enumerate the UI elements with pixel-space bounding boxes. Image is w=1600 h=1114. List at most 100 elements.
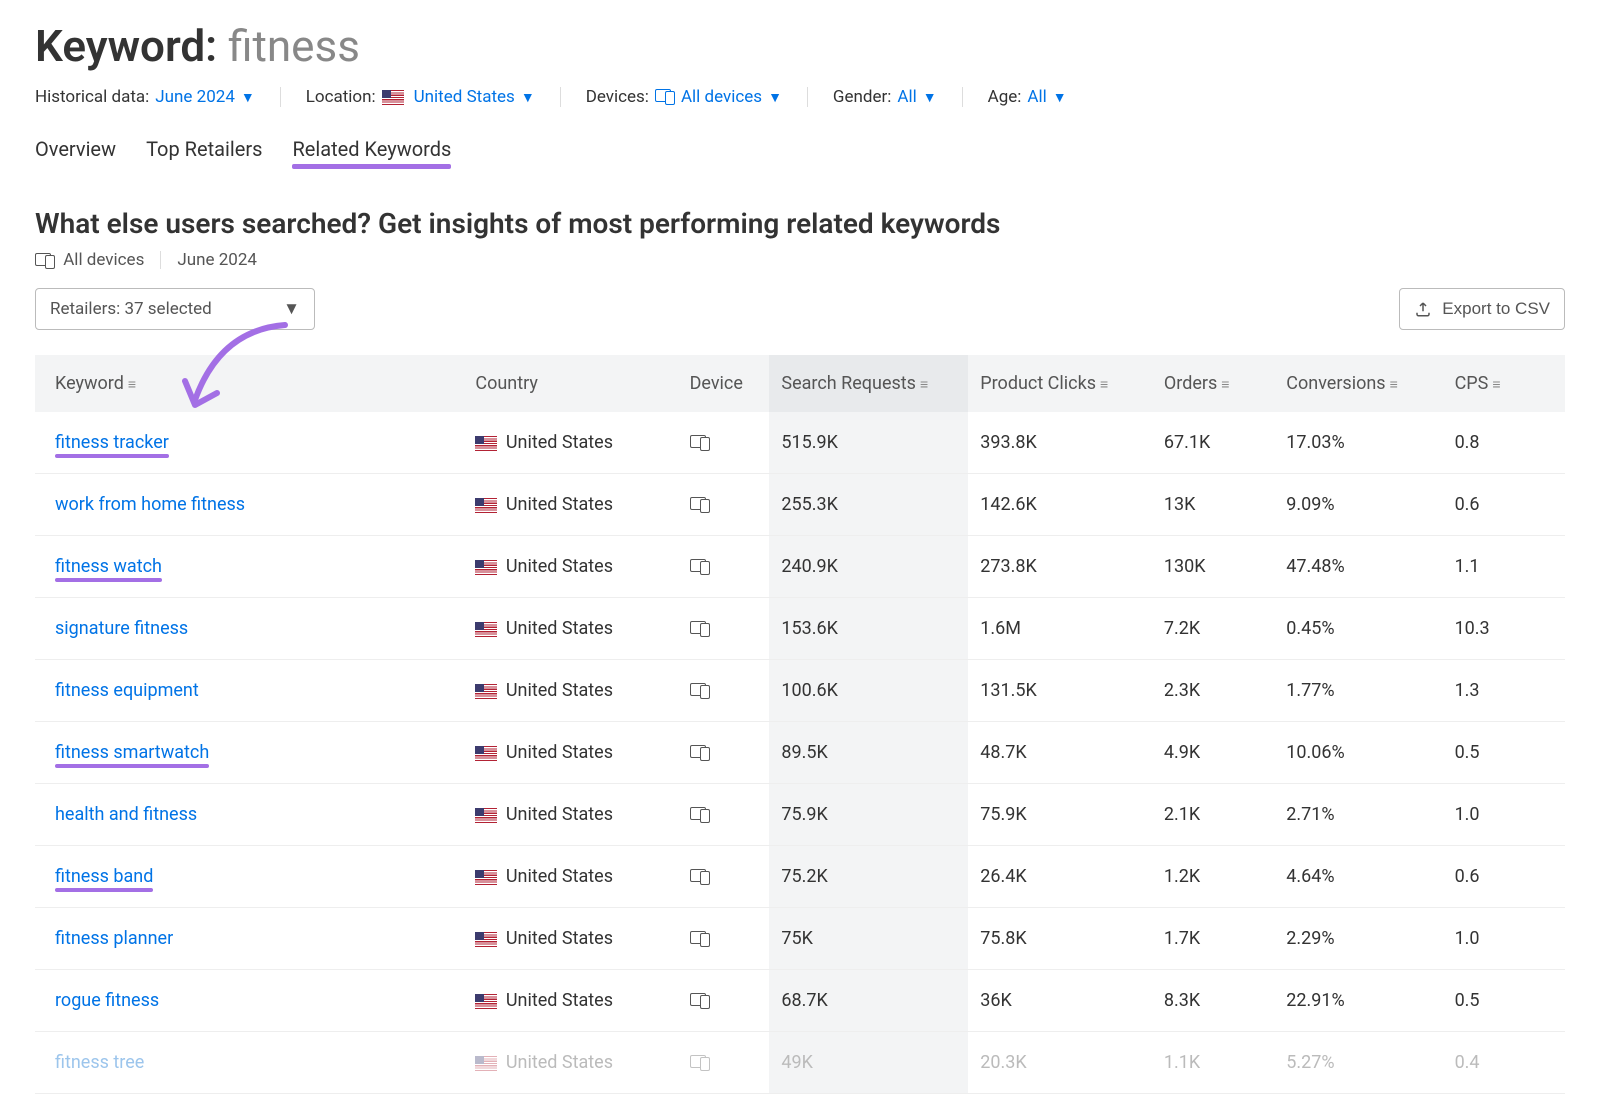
meta-devices: All devices xyxy=(35,250,144,270)
table-header-row: Keyword≡ Country Device Search Requests≡… xyxy=(35,355,1565,412)
devices-icon xyxy=(690,621,710,637)
col-conversions-header[interactable]: Conversions≡ xyxy=(1274,355,1442,412)
cell-orders: 7.2K xyxy=(1152,598,1274,660)
keyword-link[interactable]: fitness watch xyxy=(55,556,162,577)
cell-cps: 0.5 xyxy=(1443,722,1565,784)
tab-top-retailers[interactable]: Top Retailers xyxy=(146,137,262,167)
table-row: fitness smartwatch United States89.5K48.… xyxy=(35,722,1565,784)
col-device-header[interactable]: Device xyxy=(678,355,770,412)
devices-icon xyxy=(690,931,710,947)
cell-cps: 10.3 xyxy=(1443,598,1565,660)
chevron-down-icon: ▼ xyxy=(241,89,255,106)
cell-conversions: 0.45% xyxy=(1274,598,1442,660)
chevron-down-icon: ▼ xyxy=(521,89,535,106)
cell-conversions: 17.03% xyxy=(1274,412,1442,474)
cell-conversions: 47.48% xyxy=(1274,536,1442,598)
keyword-link[interactable]: fitness smartwatch xyxy=(55,742,209,763)
table-row: work from home fitness United States255.… xyxy=(35,474,1565,536)
gender-filter[interactable]: Gender: All ▼ xyxy=(833,87,937,107)
age-value: All xyxy=(1027,87,1046,107)
devices-filter[interactable]: Devices: All devices ▼ xyxy=(586,87,782,107)
cell-cps: 1.0 xyxy=(1443,784,1565,846)
flag-us-icon xyxy=(475,560,497,575)
cell-orders: 1.7K xyxy=(1152,908,1274,970)
cell-product-clicks: 48.7K xyxy=(968,722,1152,784)
export-csv-button[interactable]: Export to CSV xyxy=(1399,288,1565,330)
flag-us-icon xyxy=(475,498,497,513)
devices-label: Devices: xyxy=(586,87,649,107)
devices-icon xyxy=(35,253,55,269)
cell-device xyxy=(678,1032,770,1094)
chevron-down-icon: ▼ xyxy=(923,89,937,106)
cell-device xyxy=(678,970,770,1032)
sort-icon: ≡ xyxy=(128,377,136,393)
chevron-down-icon: ▼ xyxy=(283,299,300,319)
cell-search-requests: 68.7K xyxy=(769,970,968,1032)
col-country-header[interactable]: Country xyxy=(463,355,677,412)
retailers-dropdown[interactable]: Retailers: 37 selected ▼ xyxy=(35,288,315,330)
cell-device xyxy=(678,722,770,784)
age-label: Age: xyxy=(988,87,1022,107)
filter-bar: Historical data: June 2024 ▼ Location: U… xyxy=(35,87,1565,107)
cell-orders: 130K xyxy=(1152,536,1274,598)
cell-search-requests: 75K xyxy=(769,908,968,970)
col-search-header[interactable]: Search Requests≡ xyxy=(769,355,968,412)
col-orders-header[interactable]: Orders≡ xyxy=(1152,355,1274,412)
export-label: Export to CSV xyxy=(1442,299,1550,319)
location-filter[interactable]: Location: United States ▼ xyxy=(306,87,535,107)
section-title: What else users searched? Get insights o… xyxy=(35,207,1565,240)
historical-data-filter[interactable]: Historical data: June 2024 ▼ xyxy=(35,87,255,107)
cell-cps: 0.4 xyxy=(1443,1032,1565,1094)
keyword-link[interactable]: health and fitness xyxy=(55,804,197,825)
flag-us-icon xyxy=(475,1056,497,1071)
divider xyxy=(160,251,161,269)
table-row: fitness tracker United States515.9K393.8… xyxy=(35,412,1565,474)
cell-search-requests: 515.9K xyxy=(769,412,968,474)
cell-search-requests: 240.9K xyxy=(769,536,968,598)
historical-label: Historical data: xyxy=(35,87,149,107)
col-cps-header[interactable]: CPS≡ xyxy=(1443,355,1565,412)
table-row: rogue fitness United States68.7K36K8.3K2… xyxy=(35,970,1565,1032)
divider xyxy=(280,87,281,107)
cell-orders: 2.3K xyxy=(1152,660,1274,722)
keyword-link[interactable]: work from home fitness xyxy=(55,494,245,515)
col-clicks-header[interactable]: Product Clicks≡ xyxy=(968,355,1152,412)
devices-icon xyxy=(690,807,710,823)
devices-icon xyxy=(690,1055,710,1071)
sort-icon: ≡ xyxy=(920,377,928,393)
cell-country: United States xyxy=(463,474,677,536)
keyword-link[interactable]: fitness tracker xyxy=(55,432,169,453)
cell-country: United States xyxy=(463,846,677,908)
tab-bar: Overview Top Retailers Related Keywords xyxy=(35,137,1565,167)
cell-search-requests: 75.9K xyxy=(769,784,968,846)
devices-value: All devices xyxy=(681,87,762,107)
sort-icon: ≡ xyxy=(1390,377,1398,393)
historical-value: June 2024 xyxy=(155,87,235,107)
cell-product-clicks: 393.8K xyxy=(968,412,1152,474)
devices-icon xyxy=(690,745,710,761)
keyword-link[interactable]: rogue fitness xyxy=(55,990,159,1011)
col-keyword-header[interactable]: Keyword≡ xyxy=(35,355,463,412)
cell-cps: 0.5 xyxy=(1443,970,1565,1032)
devices-icon xyxy=(690,869,710,885)
cell-device xyxy=(678,784,770,846)
keyword-link[interactable]: fitness band xyxy=(55,866,153,887)
cell-search-requests: 75.2K xyxy=(769,846,968,908)
cell-device xyxy=(678,908,770,970)
keyword-link[interactable]: fitness planner xyxy=(55,928,173,949)
tab-related-keywords[interactable]: Related Keywords xyxy=(292,137,451,167)
age-filter[interactable]: Age: All ▼ xyxy=(988,87,1067,107)
keyword-link[interactable]: signature fitness xyxy=(55,618,188,639)
tab-overview[interactable]: Overview xyxy=(35,137,116,167)
cell-orders: 2.1K xyxy=(1152,784,1274,846)
table-row: fitness planner United States75K75.8K1.7… xyxy=(35,908,1565,970)
keyword-link[interactable]: fitness tree xyxy=(55,1052,144,1073)
cell-country: United States xyxy=(463,908,677,970)
keyword-link[interactable]: fitness equipment xyxy=(55,680,199,701)
location-value: United States xyxy=(414,87,515,107)
divider xyxy=(807,87,808,107)
sort-icon: ≡ xyxy=(1100,377,1108,393)
chevron-down-icon: ▼ xyxy=(1053,89,1067,106)
gender-label: Gender: xyxy=(833,87,891,107)
cell-country: United States xyxy=(463,784,677,846)
